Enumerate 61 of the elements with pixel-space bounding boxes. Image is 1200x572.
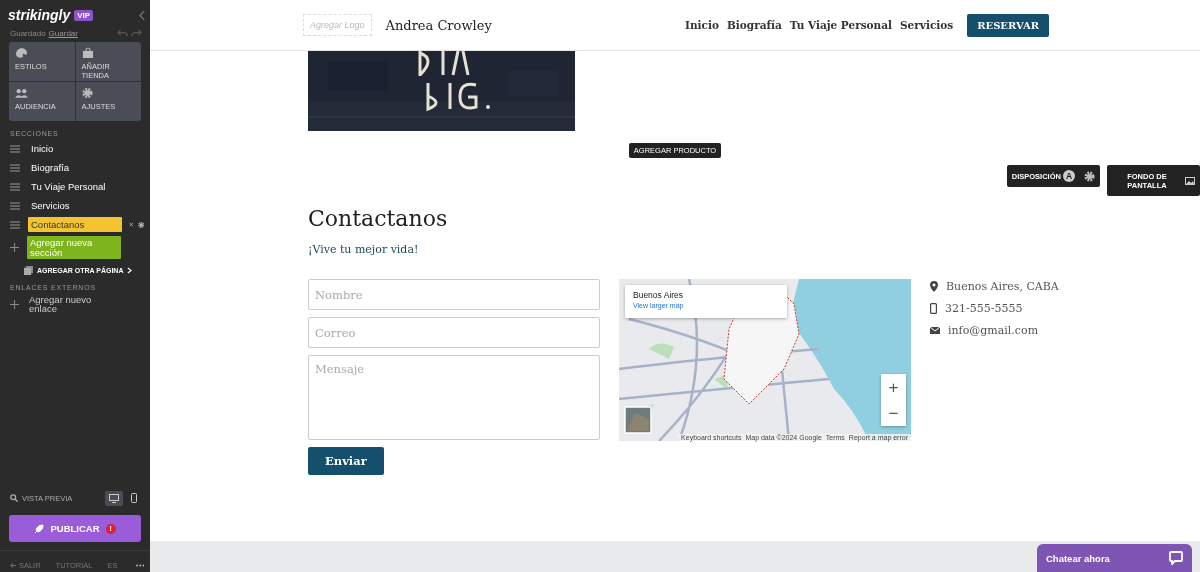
- store-icon: [81, 47, 94, 59]
- location-pin-icon: [930, 280, 938, 292]
- plus-icon: [10, 243, 19, 252]
- section-item[interactable]: Inicio: [28, 141, 57, 156]
- section-item[interactable]: Tu Viaje Personal: [28, 179, 109, 194]
- redo-icon[interactable]: [131, 29, 142, 38]
- phone-icon: [131, 493, 137, 503]
- logo: strikingly: [8, 7, 71, 23]
- drag-handle-icon[interactable]: [10, 144, 20, 153]
- input-field[interactable]: Nombre: [308, 279, 600, 310]
- envelope-icon: [930, 326, 940, 334]
- contact-detail: info@gmail.com: [948, 323, 1039, 337]
- contact-detail: 321-555-5555: [945, 301, 1023, 315]
- search-icon: [10, 494, 18, 502]
- desktop-view-button[interactable]: [105, 490, 123, 506]
- nav-link[interactable]: Biografía: [726, 19, 782, 31]
- pages-icon: [24, 266, 33, 275]
- section-subtitle: ¡Vive tu mejor vida!: [308, 243, 420, 256]
- site-name[interactable]: Andrea Crowley: [385, 17, 492, 33]
- chevron-right-icon: [127, 267, 133, 274]
- drag-handle-icon[interactable]: [10, 182, 20, 191]
- arrow-left-icon: [10, 562, 16, 569]
- vip-badge: VIP: [74, 9, 94, 21]
- drag-handle-icon[interactable]: [10, 163, 20, 172]
- alert-badge: !: [105, 523, 116, 534]
- palette-icon: [15, 47, 27, 59]
- nav-link[interactable]: Inicio: [685, 19, 719, 31]
- zoom-out-button[interactable]: −: [881, 400, 906, 426]
- plus-icon: [10, 299, 19, 309]
- settings-icon[interactable]: [137, 219, 144, 230]
- drag-handle-icon[interactable]: [10, 201, 20, 210]
- input-field[interactable]: Correo: [308, 317, 600, 348]
- save-link[interactable]: Guardar: [48, 29, 78, 38]
- chat-button[interactable]: Chatear ahora: [1037, 544, 1192, 572]
- phone-icon: [930, 302, 937, 314]
- contact-detail: Buenos Aires, CABA: [946, 279, 1059, 293]
- drag-handle-icon[interactable]: [10, 220, 20, 229]
- nav-link[interactable]: Tu Viaje Personal: [789, 19, 892, 31]
- map-place-title: Buenos Aires: [633, 290, 685, 300]
- chevron-left-icon[interactable]: [139, 9, 146, 21]
- publish-button[interactable]: PUBLICAR !: [9, 515, 141, 542]
- settings-icon[interactable]: [1084, 170, 1095, 182]
- nav-link[interactable]: Servicios: [900, 19, 954, 31]
- undo-icon[interactable]: [117, 29, 128, 38]
- section-item[interactable]: Biografía: [28, 160, 73, 175]
- reserve-button[interactable]: RESERVAR: [967, 13, 1049, 37]
- submit-button[interactable]: Enviar: [308, 447, 384, 475]
- more-icon[interactable]: [135, 564, 144, 567]
- add-link[interactable]: Agregar nuevo enlace: [29, 295, 109, 314]
- people-icon: [15, 87, 28, 99]
- close-icon[interactable]: [129, 221, 134, 228]
- save-status: Guardado: [10, 29, 46, 38]
- zoom-in-button[interactable]: +: [881, 374, 906, 400]
- section-item[interactable]: Servicios: [28, 198, 73, 213]
- section-item[interactable]: Contactanos: [28, 217, 122, 232]
- image-icon: [1185, 176, 1195, 185]
- section-title: Contactanos: [308, 206, 449, 231]
- chat-bubble-icon: [1169, 551, 1183, 565]
- settings-icon: [81, 87, 93, 99]
- monitor-icon: [109, 493, 119, 503]
- message-field[interactable]: Mensaje: [308, 355, 600, 440]
